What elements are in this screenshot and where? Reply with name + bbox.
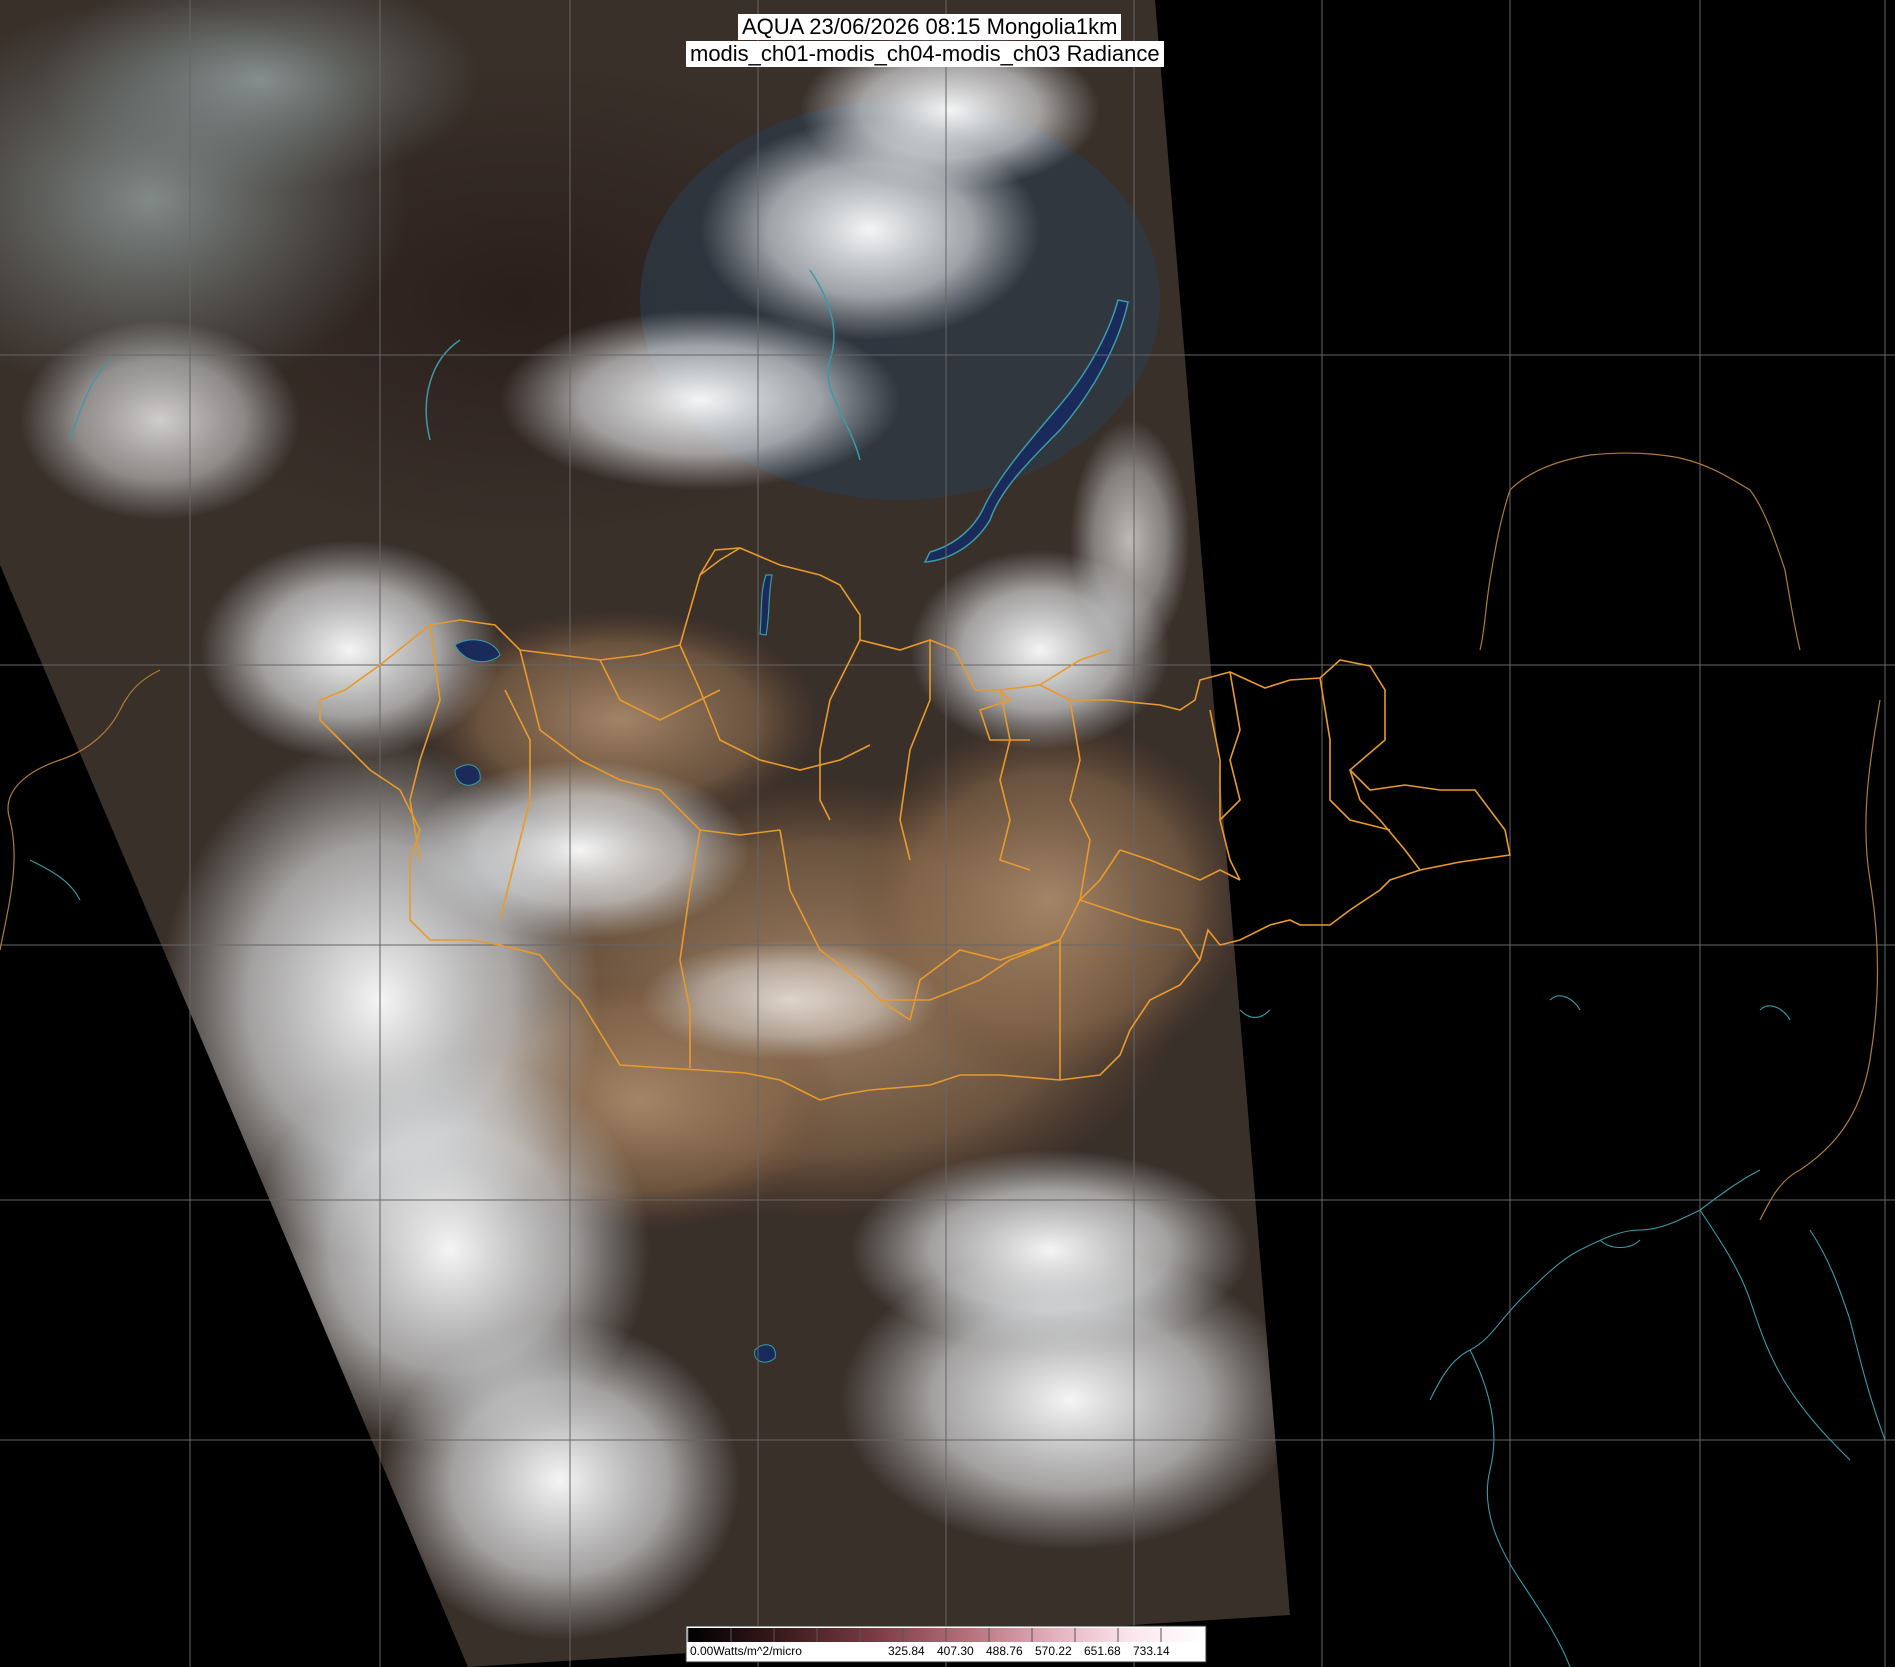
- legend-tick-label-1: 325.84: [888, 1644, 925, 1658]
- image-title: AQUA 23/06/2026 08:15 Mongolia1km: [738, 14, 1122, 40]
- satellite-map: [0, 0, 1895, 1667]
- legend-tick-label-3: 488.76: [986, 1644, 1023, 1658]
- legend-tick-label-4: 570.22: [1035, 1644, 1072, 1658]
- legend-unit-label: 0.00Watts/m^2/micro: [690, 1644, 802, 1658]
- legend-tick-label-2: 407.30: [937, 1644, 974, 1658]
- legend-tick-label-6: 733.14: [1133, 1644, 1170, 1658]
- legend-tick-label-5: 651.68: [1084, 1644, 1121, 1658]
- image-subtitle: modis_ch01-modis_ch04-modis_ch03 Radianc…: [686, 41, 1164, 67]
